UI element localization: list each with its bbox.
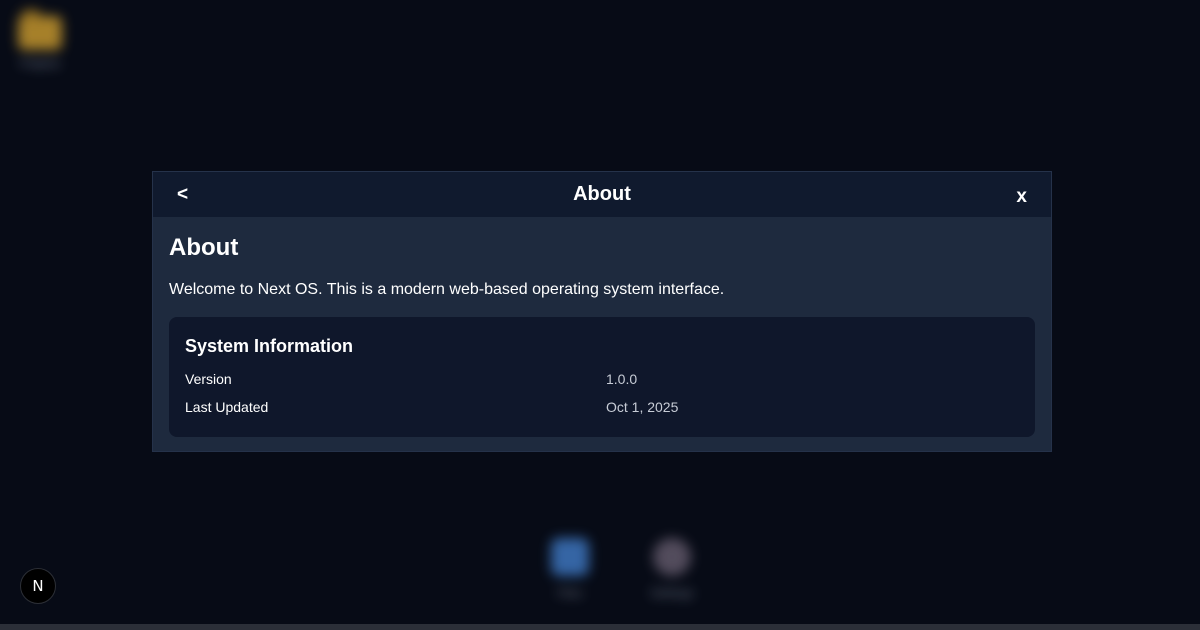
window-content: About Welcome to Next OS. This is a mode… xyxy=(153,217,1051,437)
version-value: 1.0.0 xyxy=(606,371,638,387)
desktop-folder[interactable]: Projects xyxy=(14,10,66,70)
last-updated-label: Last Updated xyxy=(185,399,269,415)
desktop: Projects Files Settings < About x About … xyxy=(0,0,1200,630)
about-window: < About x About Welcome to Next OS. This… xyxy=(152,171,1052,452)
info-row-version: Version 1.0.0 xyxy=(185,365,1019,393)
system-info-card: System Information Version 1.0.0 Last Up… xyxy=(169,317,1035,437)
dock-item-settings[interactable]: Settings xyxy=(642,538,702,600)
dock: Files Settings xyxy=(540,538,702,600)
window-titlebar[interactable]: < About x xyxy=(153,172,1051,217)
system-info-title: System Information xyxy=(185,336,354,356)
page-title: About xyxy=(169,234,239,261)
next-logo-badge[interactable]: N xyxy=(20,568,56,604)
window-title: About xyxy=(573,183,631,205)
version-label: Version xyxy=(185,371,232,387)
welcome-text: Welcome to Next OS. This is a modern web… xyxy=(169,281,725,298)
dock-item-label: Files xyxy=(557,586,583,600)
app-tile-icon[interactable] xyxy=(551,538,589,576)
dock-item-label: Settings xyxy=(650,586,694,600)
desktop-folder-label: Projects xyxy=(20,58,60,70)
settings-icon[interactable] xyxy=(653,538,691,576)
back-button[interactable]: < xyxy=(177,184,197,206)
last-updated-value: Oct 1, 2025 xyxy=(606,399,679,415)
info-row-last-updated: Last Updated Oct 1, 2025 xyxy=(185,393,1019,421)
dock-item-files[interactable]: Files xyxy=(540,538,600,600)
bottom-strip xyxy=(0,624,1200,630)
folder-icon[interactable] xyxy=(18,10,62,50)
close-button[interactable]: x xyxy=(1007,186,1027,208)
